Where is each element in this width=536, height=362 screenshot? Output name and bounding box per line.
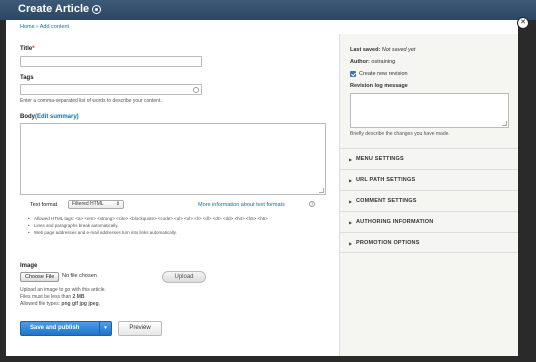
breadcrumb-bar: Home»Add content: [6, 20, 518, 34]
triangle-right-icon: ▶: [349, 199, 353, 204]
body-label-text: Body: [20, 114, 35, 120]
revision-log-help: Briefly describe the changes you have ma…: [350, 131, 450, 137]
triangle-right-icon: ▶: [349, 157, 353, 162]
chevron-down-icon: ⇕: [115, 201, 120, 207]
title-label: Title*: [20, 46, 35, 52]
tags-description: Enter a comma-separated list of words to…: [20, 98, 162, 104]
format-tip: Web page addresses and e-mail addresses …: [28, 229, 328, 236]
help-icon[interactable]: ?: [309, 201, 315, 207]
close-icon[interactable]: ✕: [517, 17, 529, 29]
resize-grip-icon[interactable]: [319, 188, 324, 193]
image-help-line: Upload an image to go with this article.: [20, 287, 106, 293]
shortcut-star-icon[interactable]: [92, 5, 101, 14]
autocomplete-icon: [193, 87, 199, 93]
image-label: Image: [20, 263, 38, 269]
author: Author: ostraining: [350, 59, 395, 65]
text-format-label: Text format: [30, 202, 58, 208]
page-title: Create Article: [18, 3, 90, 15]
sidebar: Last saved: Not saved yet Author: ostrai…: [339, 34, 518, 356]
preview-button[interactable]: Preview: [118, 321, 162, 336]
breadcrumb-home-link[interactable]: Home: [20, 24, 35, 30]
text-format-more-link[interactable]: More information about text formats: [198, 202, 285, 208]
last-saved-value: Not saved yet: [381, 47, 416, 53]
last-saved-label: Last saved:: [350, 47, 381, 53]
save-button-label: Save and publish: [30, 325, 80, 331]
triangle-right-icon: ▶: [349, 220, 353, 225]
last-saved: Last saved: Not saved yet: [350, 47, 415, 53]
body-label: Body(Edit summary): [20, 114, 79, 120]
text-format-selected: Filtered HTML: [72, 201, 104, 207]
choose-file-button[interactable]: Choose File: [20, 272, 60, 282]
section-label: AUTHORING INFORMATION: [356, 219, 434, 225]
section-authoring-information[interactable]: ▶ AUTHORING INFORMATION: [340, 211, 518, 232]
section-comment-settings[interactable]: ▶ COMMENT SETTINGS: [340, 190, 518, 211]
image-help-line: Files must be less than 2 MB.: [20, 294, 86, 300]
image-help-size-value: 2 MB: [72, 294, 85, 300]
triangle-right-icon: ▶: [349, 178, 353, 183]
title-input[interactable]: [20, 56, 202, 67]
image-help-types-prefix: Allowed file types:: [20, 301, 61, 307]
file-status: No file chosen: [62, 273, 97, 279]
overlay-bottom: [0, 356, 536, 362]
dropdown-toggle-icon[interactable]: ▾: [99, 322, 111, 335]
resize-grip-icon[interactable]: [502, 121, 507, 126]
tags-input[interactable]: [20, 84, 202, 95]
image-help-line: Allowed file types: png gif jpg jpeg.: [20, 301, 101, 307]
image-help-types-value: png gif jpg jpeg: [61, 301, 99, 307]
section-url-path-settings[interactable]: ▶ URL PATH SETTINGS: [340, 169, 518, 190]
text-format-select[interactable]: Filtered HTML ⇕: [68, 200, 124, 209]
section-label: MENU SETTINGS: [356, 156, 404, 162]
author-label: Author:: [350, 59, 370, 65]
body-textarea[interactable]: [20, 123, 326, 195]
breadcrumb-separator: »: [35, 24, 39, 30]
new-revision-label: Create new revision: [359, 71, 408, 77]
title-label-text: Title: [20, 46, 33, 52]
format-tip: Allowed HTML tags: <a> <em> <strong> <ci…: [28, 215, 328, 222]
main-form: Title* Tags Enter a comma-separated list…: [6, 34, 339, 356]
required-mark: *: [32, 46, 35, 52]
format-tip: Lines and paragraphs break automatically…: [28, 222, 328, 229]
toolbar: Create Article: [0, 0, 536, 20]
section-label: PROMOTION OPTIONS: [356, 240, 420, 246]
breadcrumb-add-content-link[interactable]: Add content: [40, 24, 69, 30]
image-help-size-prefix: Files must be less than: [20, 294, 72, 300]
breadcrumb: Home»Add content: [20, 24, 69, 30]
section-label: COMMENT SETTINGS: [356, 198, 417, 204]
new-revision-checkbox[interactable]: [350, 71, 356, 77]
section-label: URL PATH SETTINGS: [356, 177, 416, 183]
revision-log-label: Revision log message: [350, 83, 408, 89]
section-menu-settings[interactable]: ▶ MENU SETTINGS: [340, 148, 518, 169]
section-promotion-options[interactable]: ▶ PROMOTION OPTIONS: [340, 232, 518, 253]
save-and-publish-button[interactable]: Save and publish ▾: [20, 321, 112, 336]
triangle-right-icon: ▶: [349, 241, 353, 246]
upload-button[interactable]: Upload: [162, 271, 206, 283]
revision-log-textarea[interactable]: [350, 93, 509, 128]
edit-summary-link[interactable]: (Edit summary): [35, 114, 79, 120]
format-tips-list: Allowed HTML tags: <a> <em> <strong> <ci…: [28, 215, 328, 236]
image-help: Upload an image to go with this article.…: [20, 287, 106, 308]
tags-label: Tags: [20, 75, 34, 81]
author-value: ostraining: [371, 59, 396, 65]
